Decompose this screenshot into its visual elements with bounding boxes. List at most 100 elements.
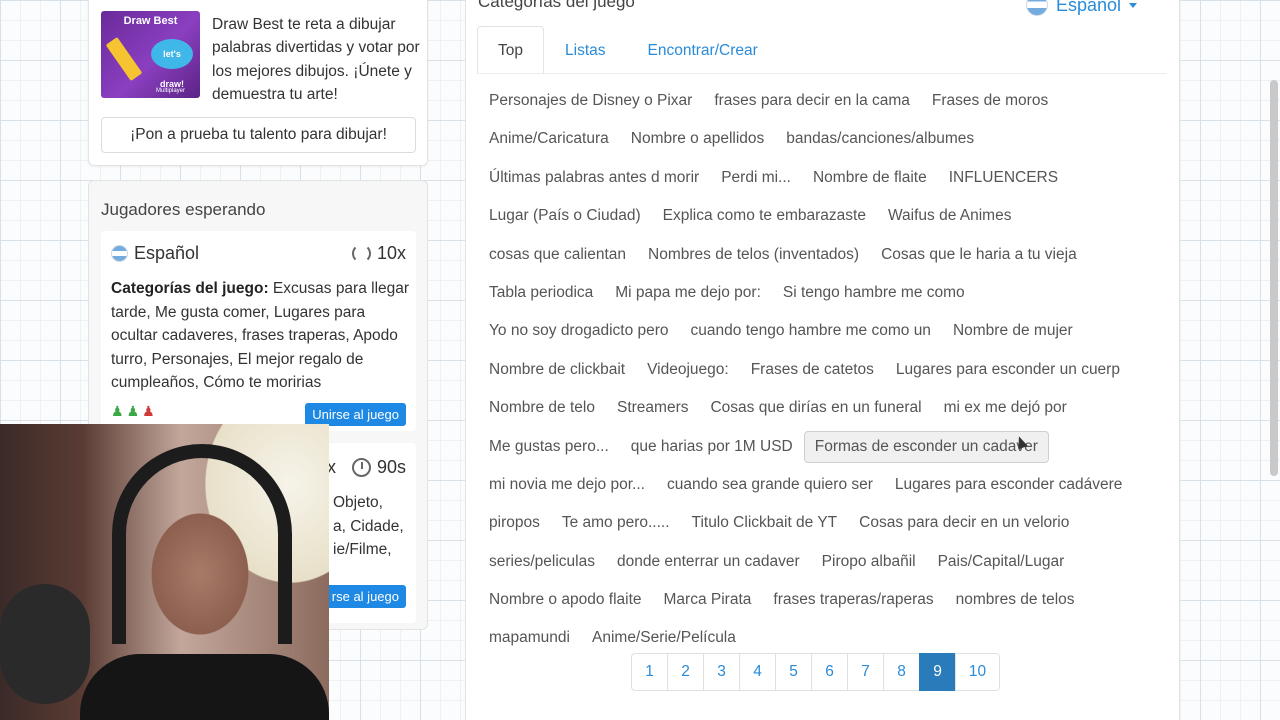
category-item[interactable]: Waifus de Animes <box>877 200 1022 232</box>
player-icon: ♟ <box>142 403 155 419</box>
category-item[interactable]: mi ex me dejó por <box>933 392 1078 424</box>
category-item[interactable]: Marca Pirata <box>653 584 763 616</box>
category-tabs: Top Listas Encontrar/Crear <box>477 26 779 74</box>
room-rounds: 10x <box>351 243 406 264</box>
category-item[interactable]: Si tengo hambre me como <box>772 277 976 309</box>
room-language: Español <box>111 243 199 264</box>
page-4-button[interactable]: 4 <box>739 653 776 691</box>
category-item[interactable]: cosas que calientan <box>478 239 637 271</box>
page-8-button[interactable]: 8 <box>883 653 920 691</box>
page-title: Categorías del juego <box>478 0 635 11</box>
category-item[interactable]: frases para decir en la cama <box>703 85 921 117</box>
category-item[interactable]: Videojuego: <box>636 354 740 386</box>
category-item[interactable]: Nombres de telos (inventados) <box>637 239 870 271</box>
room-categories-line: ie/Filme, <box>333 541 392 558</box>
category-item[interactable]: Nombre de flaite <box>802 162 938 194</box>
room-card: Español 10x Categorías del juego: Excusa… <box>101 231 416 431</box>
category-item[interactable]: piropos <box>478 507 551 539</box>
join-game-button[interactable]: Unirse al juego <box>305 403 406 426</box>
category-item[interactable]: Anime/Caricatura <box>478 123 620 155</box>
page-3-button[interactable]: 3 <box>703 653 740 691</box>
page-10-button[interactable]: 10 <box>955 653 1000 691</box>
thumbnail-bubble: let's draw! <box>151 39 193 89</box>
player-icon: ♟ <box>126 403 140 419</box>
page-2-button[interactable]: 2 <box>667 653 704 691</box>
category-item[interactable]: Lugar (País o Ciudad) <box>478 200 652 232</box>
category-item[interactable]: Perdi mi... <box>710 162 802 194</box>
category-item[interactable]: Yo no soy drogadicto pero <box>478 315 680 347</box>
category-item[interactable]: cuando tengo hambre me como un <box>680 315 942 347</box>
category-item[interactable]: Frases de moros <box>921 85 1059 117</box>
room-rounds-label: 10x <box>376 243 406 263</box>
room-language-label: Español <box>134 243 200 263</box>
category-item[interactable]: mapamundi <box>478 622 581 654</box>
category-item[interactable]: INFLUENCERS <box>938 162 1069 194</box>
room-time-label: 90s <box>376 457 406 477</box>
category-item[interactable]: series/peliculas <box>478 546 606 578</box>
category-item[interactable]: que harias por 1M USD <box>620 431 804 463</box>
category-item[interactable]: Titulo Clickbait de YT <box>681 507 849 539</box>
webcam-overlay <box>0 424 329 720</box>
category-item[interactable]: Piropo albañil <box>811 546 927 578</box>
join-game-button[interactable]: rse al juego <box>324 585 406 608</box>
thumbnail-title: Draw Best <box>123 15 178 27</box>
rounds-cycle-icon <box>351 244 371 263</box>
category-item[interactable]: frases traperas/raperas <box>762 584 944 616</box>
category-item[interactable]: Nombre de clickbait <box>478 354 636 386</box>
category-item[interactable]: Últimas palabras antes d morir <box>478 162 710 194</box>
category-item[interactable]: Nombre o apodo flaite <box>478 584 653 616</box>
room-time: 90s <box>351 457 406 478</box>
category-item[interactable]: mi novia me dejo por... <box>478 469 656 501</box>
category-item[interactable]: Tabla periodica <box>478 277 604 309</box>
category-item[interactable]: nombres de telos <box>945 584 1086 616</box>
room-players: ♟ ♟ ♟ <box>111 403 155 419</box>
tab-top[interactable]: Top <box>477 26 544 74</box>
tabs-divider <box>477 73 1167 74</box>
category-item[interactable]: Nombre de telo <box>478 392 606 424</box>
promo-panel: Draw Best let's draw! Multiplayer Draw B… <box>88 0 428 166</box>
category-item[interactable]: Me gustas pero... <box>478 431 620 463</box>
category-item[interactable]: Nombre o apellidos <box>620 123 776 155</box>
room-categories-label: Categorías del juego: <box>111 280 269 297</box>
streamer-shirt <box>80 654 329 720</box>
microphone-icon <box>0 584 90 704</box>
tab-listas[interactable]: Listas <box>544 26 627 74</box>
thumbnail-brand: Multiplayer <box>156 88 186 94</box>
category-item[interactable]: Personajes de Disney o Pixar <box>478 85 703 117</box>
category-item[interactable]: Mi papa me dejo por: <box>604 277 772 309</box>
category-item[interactable]: Frases de catetos <box>740 354 885 386</box>
category-item[interactable]: Te amo pero..... <box>551 507 681 539</box>
page-7-button[interactable]: 7 <box>847 653 884 691</box>
category-item[interactable]: Cosas para decir en un velorio <box>848 507 1080 539</box>
try-drawing-button[interactable]: ¡Pon a prueba tu talento para dibujar! <box>101 117 416 153</box>
draw-best-thumbnail[interactable]: Draw Best let's draw! Multiplayer <box>101 11 200 98</box>
category-item[interactable]: Nombre de mujer <box>942 315 1084 347</box>
language-select[interactable]: Español <box>1026 0 1138 16</box>
category-item[interactable]: Cosas que le haria a tu vieja <box>870 239 1088 271</box>
category-item[interactable]: Lugares para esconder cadávere <box>884 469 1133 501</box>
waiting-players-title: Jugadores esperando <box>101 200 266 219</box>
category-item[interactable]: Cosas que dirías en un funeral <box>699 392 932 424</box>
category-item[interactable]: Anime/Serie/Película <box>581 622 747 654</box>
page-9-button[interactable]: 9 <box>919 653 956 691</box>
player-icon: ♟ <box>111 403 124 419</box>
category-item[interactable]: cuando sea grande quiero ser <box>656 469 884 501</box>
pagination: 1 2 3 4 5 6 7 8 9 10 <box>631 653 1000 691</box>
page-5-button[interactable]: 5 <box>775 653 812 691</box>
category-item[interactable]: donde enterrar un cadaver <box>606 546 811 578</box>
category-item[interactable]: Streamers <box>606 392 700 424</box>
category-item[interactable]: bandas/canciones/albumes <box>775 123 985 155</box>
page-6-button[interactable]: 6 <box>811 653 848 691</box>
argentina-flag-icon <box>111 245 128 262</box>
chevron-down-icon <box>1129 2 1138 8</box>
page-1-button[interactable]: 1 <box>631 653 668 691</box>
category-item[interactable]: Lugares para esconder un cuerp <box>885 354 1131 386</box>
category-list: Personajes de Disney o Pixar frases para … <box>478 85 1168 654</box>
room-categories: Objeto, a, Cidade, ie/Filme, <box>333 491 404 562</box>
scrollbar[interactable] <box>1270 80 1278 476</box>
category-item[interactable]: Explica como te embarazaste <box>652 200 877 232</box>
category-item[interactable]: Pais/Capital/Lugar <box>927 546 1076 578</box>
category-item[interactable]: Formas de esconder un cadaver <box>803 430 1049 463</box>
tab-encontrar-crear[interactable]: Encontrar/Crear <box>627 26 779 74</box>
headset-icon <box>112 444 292 644</box>
